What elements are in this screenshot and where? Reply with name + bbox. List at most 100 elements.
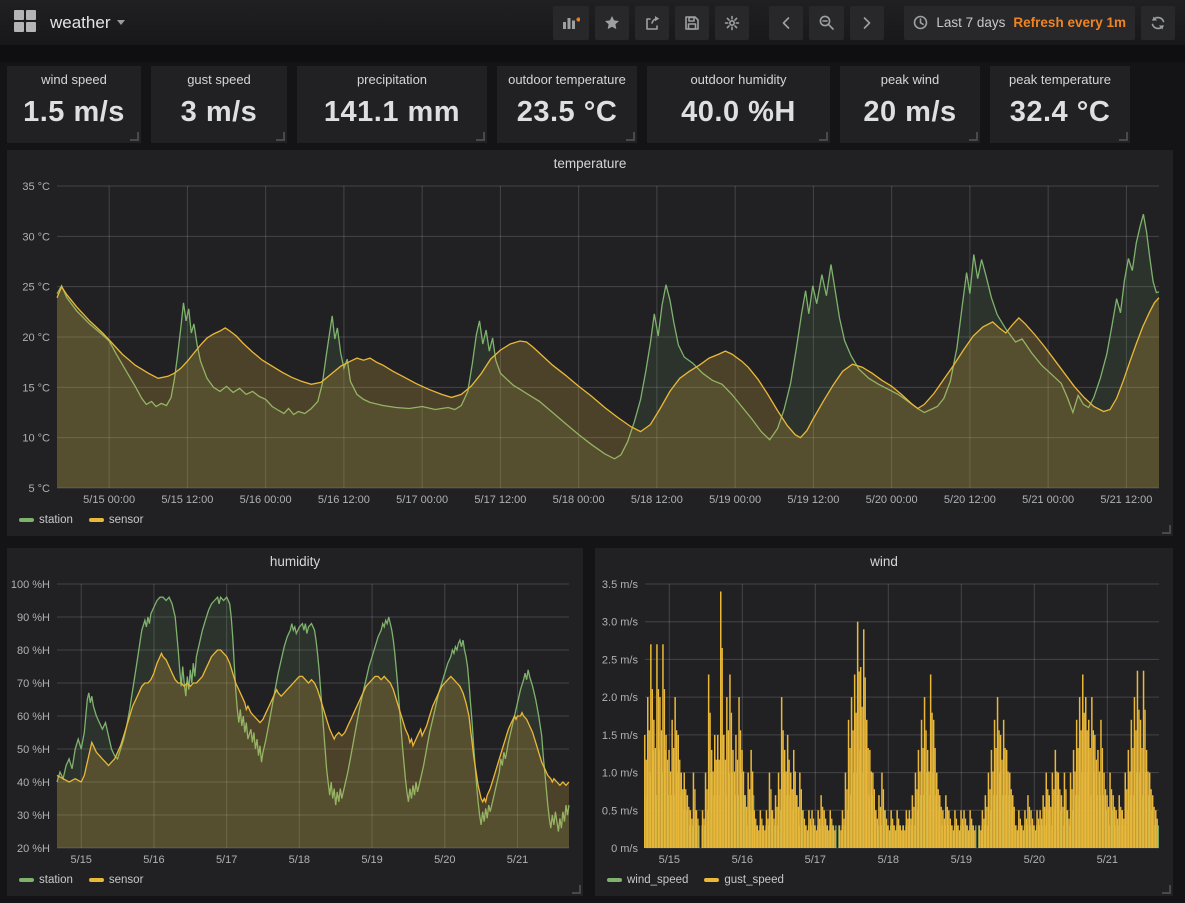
stat-value: 3 m/s: [181, 96, 258, 129]
legend-label: sensor: [109, 874, 144, 886]
legend-swatch: [704, 878, 719, 882]
svg-text:90 %H: 90 %H: [17, 612, 50, 624]
svg-text:1.5 m/s: 1.5 m/s: [602, 730, 639, 742]
svg-text:5/20: 5/20: [434, 854, 455, 866]
save-icon: [684, 15, 700, 31]
legend-item-wind_speed[interactable]: wind_speed: [607, 874, 688, 886]
svg-text:35 °C: 35 °C: [22, 181, 50, 193]
svg-text:5 °C: 5 °C: [28, 483, 50, 495]
svg-text:2.0 m/s: 2.0 m/s: [602, 692, 639, 704]
svg-text:5/18: 5/18: [289, 854, 310, 866]
star-button[interactable]: [595, 6, 629, 40]
wind-panel: wind 0 m/s0.5 m/s1.0 m/s1.5 m/s2.0 m/s2.…: [595, 548, 1173, 896]
svg-text:30 °C: 30 °C: [22, 231, 50, 243]
panel-resize-handle[interactable]: [1162, 885, 1171, 894]
grafana-logo[interactable]: [14, 10, 40, 36]
svg-text:3.5 m/s: 3.5 m/s: [602, 579, 639, 591]
add-panel-button[interactable]: [553, 6, 589, 40]
clock-icon: [913, 15, 928, 30]
gear-icon: [724, 15, 740, 31]
svg-text:5/17 00:00: 5/17 00:00: [396, 494, 448, 506]
legend-item-sensor[interactable]: sensor: [89, 514, 144, 526]
stat-title[interactable]: peak temperature: [1009, 72, 1111, 87]
stat-title[interactable]: wind speed: [41, 72, 107, 87]
singlestat-row: wind speed 1.5 m/s gust speed 3 m/s prec…: [7, 66, 1130, 143]
panel-resize-handle[interactable]: [819, 132, 828, 141]
svg-text:5/16 00:00: 5/16 00:00: [240, 494, 292, 506]
legend-item-gust_speed[interactable]: gust_speed: [704, 874, 783, 886]
star-icon: [604, 15, 620, 31]
stat-title[interactable]: peak wind: [881, 72, 940, 87]
svg-text:5/16 12:00: 5/16 12:00: [318, 494, 370, 506]
svg-text:5/19 00:00: 5/19 00:00: [709, 494, 761, 506]
temperature-graph[interactable]: 5 °C10 °C15 °C20 °C25 °C30 °C35 °C5/15 0…: [7, 176, 1173, 508]
stat-panel-gust-speed: gust speed 3 m/s: [151, 66, 287, 143]
temperature-panel-title[interactable]: temperature: [7, 150, 1173, 176]
stat-title[interactable]: precipitation: [357, 72, 427, 87]
zoom-out-button[interactable]: [809, 6, 844, 40]
legend-label: wind_speed: [627, 874, 688, 886]
dashboard-title: weather: [50, 13, 110, 33]
svg-text:3.0 m/s: 3.0 m/s: [602, 617, 639, 629]
time-forward-button[interactable]: [850, 6, 884, 40]
share-button[interactable]: [635, 6, 669, 40]
humidity-panel-title[interactable]: humidity: [7, 548, 583, 574]
panel-resize-handle[interactable]: [572, 885, 581, 894]
svg-text:5/21: 5/21: [1097, 854, 1118, 866]
panel-resize-handle[interactable]: [969, 132, 978, 141]
svg-text:30 %H: 30 %H: [17, 810, 50, 822]
refresh-button[interactable]: [1141, 6, 1175, 40]
svg-text:5/19: 5/19: [361, 854, 382, 866]
wind-graph[interactable]: 0 m/s0.5 m/s1.0 m/s1.5 m/s2.0 m/s2.5 m/s…: [595, 574, 1173, 868]
svg-text:5/18 00:00: 5/18 00:00: [553, 494, 605, 506]
panel-resize-handle[interactable]: [1119, 132, 1128, 141]
svg-text:5/18: 5/18: [878, 854, 899, 866]
submenu-strip: [0, 45, 1185, 62]
svg-text:80 %H: 80 %H: [17, 645, 50, 657]
stat-panel-wind-speed: wind speed 1.5 m/s: [7, 66, 141, 143]
save-button[interactable]: [675, 6, 709, 40]
wind-legend: wind_speed gust_speed: [595, 868, 1173, 892]
legend-item-sensor[interactable]: sensor: [89, 874, 144, 886]
dashboard-title-dropdown[interactable]: weather: [50, 13, 125, 33]
svg-text:50 %H: 50 %H: [17, 744, 50, 756]
time-range-label: Last 7 days: [936, 15, 1005, 30]
stat-value: 1.5 m/s: [23, 96, 125, 129]
stat-value: 40.0 %H: [681, 96, 796, 129]
svg-text:15 °C: 15 °C: [22, 382, 50, 394]
legend-item-station[interactable]: station: [19, 514, 73, 526]
settings-button[interactable]: [715, 6, 749, 40]
stat-title[interactable]: gust speed: [187, 72, 251, 87]
legend-item-station[interactable]: station: [19, 874, 73, 886]
svg-text:5/15 12:00: 5/15 12:00: [161, 494, 213, 506]
legend-swatch: [607, 878, 622, 882]
panel-resize-handle[interactable]: [476, 132, 485, 141]
stat-panel-peak-wind: peak wind 20 m/s: [840, 66, 980, 143]
stat-title[interactable]: outdoor humidity: [690, 72, 786, 87]
panel-resize-handle[interactable]: [130, 132, 139, 141]
time-back-button[interactable]: [769, 6, 803, 40]
svg-text:5/19 12:00: 5/19 12:00: [787, 494, 839, 506]
add-panel-icon: [562, 15, 580, 31]
time-picker-button[interactable]: Last 7 days Refresh every 1m: [904, 6, 1135, 40]
legend-label: gust_speed: [724, 874, 783, 886]
chevron-right-icon: [861, 16, 873, 30]
panel-resize-handle[interactable]: [1162, 525, 1171, 534]
svg-text:5/16: 5/16: [732, 854, 753, 866]
svg-text:5/20 00:00: 5/20 00:00: [866, 494, 918, 506]
legend-swatch: [19, 518, 34, 522]
svg-text:5/15: 5/15: [71, 854, 92, 866]
chevron-down-icon: [117, 20, 125, 25]
panel-resize-handle[interactable]: [626, 132, 635, 141]
zoom-out-icon: [818, 14, 835, 31]
svg-text:0 m/s: 0 m/s: [611, 843, 638, 855]
stat-title[interactable]: outdoor temperature: [508, 72, 626, 87]
svg-text:5/20 12:00: 5/20 12:00: [944, 494, 996, 506]
humidity-panel: humidity 20 %H30 %H40 %H50 %H60 %H70 %H8…: [7, 548, 583, 896]
svg-text:25 °C: 25 °C: [22, 282, 50, 294]
svg-text:5/21 00:00: 5/21 00:00: [1022, 494, 1074, 506]
humidity-graph[interactable]: 20 %H30 %H40 %H50 %H60 %H70 %H80 %H90 %H…: [7, 574, 583, 868]
panel-resize-handle[interactable]: [276, 132, 285, 141]
wind-panel-title[interactable]: wind: [595, 548, 1173, 574]
stat-value: 20 m/s: [863, 96, 956, 129]
